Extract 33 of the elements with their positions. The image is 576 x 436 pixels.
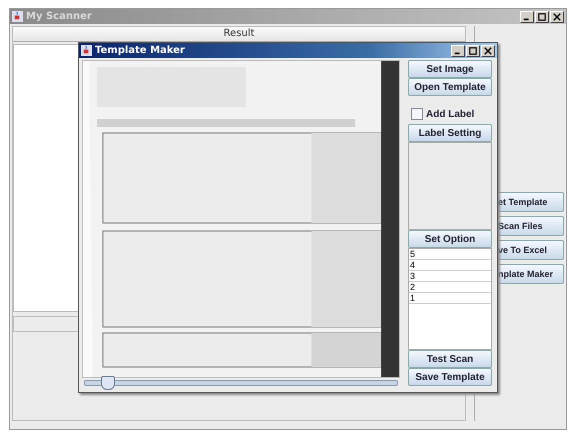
menu-button[interactable]: ve To Excel	[496, 240, 564, 260]
checkbox[interactable]	[411, 108, 423, 120]
action-button[interactable]: Save Template	[408, 368, 492, 386]
close-icon	[484, 46, 492, 54]
toolbar-button[interactable]: Open Template	[408, 78, 492, 96]
slider-thumb[interactable]	[100, 376, 115, 390]
checkbox-label: Add Label	[426, 108, 474, 120]
close-button[interactable]	[550, 10, 564, 22]
action-button[interactable]: Test Scan	[408, 350, 492, 368]
maximize-button[interactable]	[535, 10, 549, 22]
close-button[interactable]	[481, 44, 495, 56]
close-icon	[553, 12, 561, 20]
menu-button[interactable]: Scan Files	[496, 216, 564, 236]
dialog-title: Template Maker	[95, 45, 186, 56]
result-header: Result	[13, 27, 465, 42]
option-item[interactable]: 3	[409, 271, 491, 282]
option-item[interactable]: 1	[409, 293, 491, 304]
java-cup-icon	[12, 11, 23, 22]
label-setting-button[interactable]: Label Setting	[408, 124, 492, 142]
toolbar-button[interactable]: Set Image	[408, 60, 492, 78]
option-item[interactable]: 4	[409, 260, 491, 271]
java-cup-icon	[81, 45, 92, 56]
minimize-button[interactable]	[451, 44, 465, 56]
menu-button[interactable]: et Template	[496, 192, 564, 212]
option-item[interactable]: 2	[409, 282, 491, 293]
minimize-button[interactable]	[520, 10, 534, 22]
maximize-button[interactable]	[466, 44, 480, 56]
maximize-icon	[469, 46, 477, 54]
window-title: My Scanner	[26, 11, 93, 22]
set-option-button[interactable]: Set Option	[408, 230, 492, 248]
option-item[interactable]: 5	[409, 249, 491, 260]
menu-button[interactable]: nplate Maker	[496, 264, 564, 284]
maximize-icon	[538, 12, 546, 20]
